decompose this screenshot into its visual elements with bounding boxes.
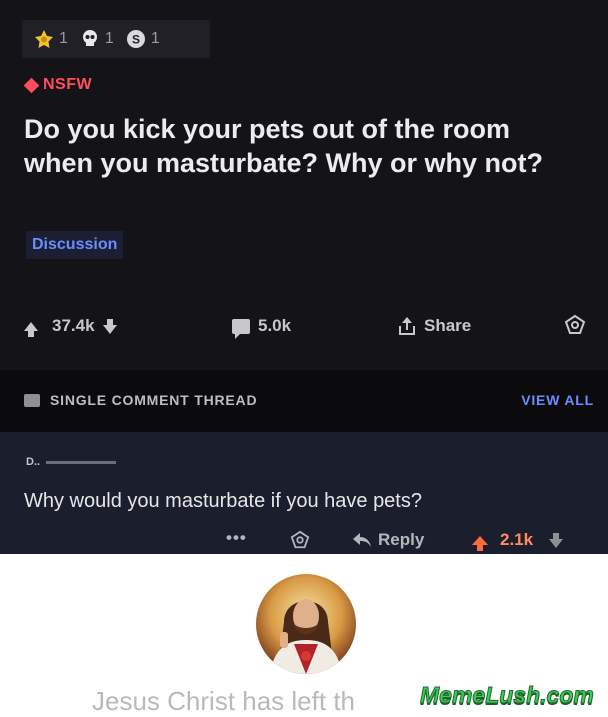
award-button[interactable] (564, 314, 586, 336)
more-options-button[interactable]: ••• (226, 528, 247, 548)
nsfw-tag: NSFW (23, 76, 93, 94)
medal-award-icon (35, 30, 53, 48)
share-label: Share (424, 316, 472, 335)
downvote-arrow-icon[interactable] (549, 532, 564, 548)
comment-tools: ••• Reply 2.1k (0, 528, 608, 552)
award-coin[interactable]: S 1 (126, 29, 160, 49)
upvote-arrow-icon[interactable] (24, 321, 38, 337)
award-count: 1 (104, 30, 114, 47)
author-name: D.. (26, 456, 41, 468)
award-skull[interactable]: 1 (80, 29, 114, 49)
redacted-username (46, 460, 117, 464)
post-flair[interactable]: Discussion (26, 231, 124, 259)
chat-notice-area: Jesus Christ has left th MemeLush.com (0, 554, 608, 717)
thread-label: SINGLE COMMENT THREAD (50, 392, 258, 408)
post-title[interactable]: Do you kick your pets out of the room wh… (24, 112, 584, 180)
nsfw-label: NSFW (43, 76, 93, 93)
watermark-logo: MemeLush.com (420, 682, 595, 709)
nsfw-diamond-icon (23, 77, 40, 93)
skull-award-icon (82, 30, 97, 46)
jesus-portrait-image (256, 574, 356, 674)
coin-award-icon: S (126, 30, 145, 48)
left-chat-notice: Jesus Christ has left th (92, 686, 355, 716)
share-button[interactable]: Share (398, 316, 471, 336)
share-icon (398, 317, 416, 335)
comment-text: Why would you masturbate if you have pet… (24, 490, 422, 512)
view-all-link[interactable]: VIEW ALL (521, 392, 594, 408)
comment-thread-icon (24, 393, 40, 407)
awards-bar[interactable]: 1 1 S 1 (22, 20, 210, 58)
comments-button[interactable]: 5.0k (232, 316, 292, 339)
comment-author[interactable]: D.. (26, 456, 117, 468)
vote-count: 37.4k (52, 316, 95, 335)
award-shield-icon (290, 530, 310, 549)
award-shield-icon (564, 314, 586, 334)
jesus-avatar (256, 574, 356, 674)
comment-vote-group: 2.1k (472, 530, 564, 551)
upvote-arrow-icon[interactable] (472, 535, 488, 551)
comment-award-button[interactable] (290, 530, 310, 555)
comment-card: D.. Why would you masturbate if you have… (0, 432, 608, 554)
award-medal[interactable]: 1 (34, 29, 68, 49)
reply-label: Reply (378, 530, 425, 549)
comment-score: 2.1k (500, 530, 534, 549)
single-thread-bar: SINGLE COMMENT THREAD VIEW ALL (0, 370, 608, 432)
thread-label-group: SINGLE COMMENT THREAD (24, 392, 257, 408)
post-card: 1 1 S 1 NSFW Do you kick your pets out o… (0, 0, 608, 370)
svg-text:S: S (132, 33, 140, 47)
post-actions: 37.4k 5.0k Share (0, 300, 608, 356)
reply-button[interactable]: Reply (352, 530, 424, 550)
award-count: 1 (150, 30, 160, 47)
downvote-arrow-icon[interactable] (102, 318, 117, 334)
comment-icon (232, 318, 250, 339)
award-count: 1 (59, 30, 68, 47)
comment-count: 5.0k (258, 316, 292, 335)
vote-group: 37.4k (24, 316, 117, 337)
reply-arrow-icon (353, 533, 371, 547)
